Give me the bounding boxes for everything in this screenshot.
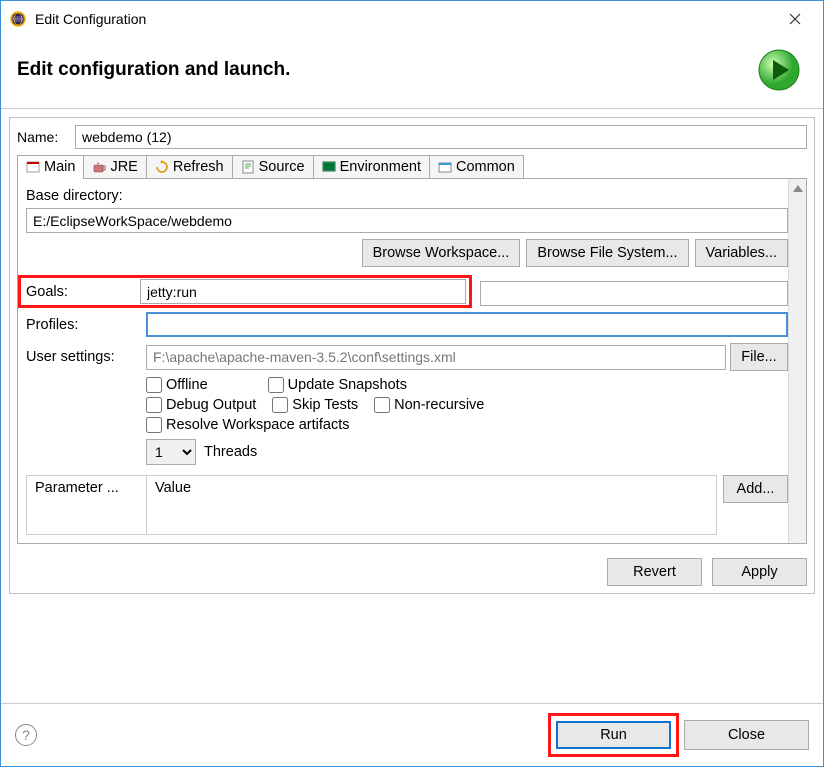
dialog-footer: ? Run Close bbox=[1, 703, 823, 766]
variables-button[interactable]: Variables... bbox=[695, 239, 788, 267]
user-settings-input[interactable] bbox=[146, 345, 726, 370]
tab-main-label: Main bbox=[44, 159, 75, 175]
revert-button[interactable]: Revert bbox=[607, 558, 702, 586]
browse-filesystem-button[interactable]: Browse File System... bbox=[526, 239, 688, 267]
profiles-input[interactable] bbox=[146, 312, 788, 337]
titlebar: Edit Configuration bbox=[1, 1, 823, 36]
tab-environment[interactable]: Environment bbox=[313, 155, 430, 178]
base-directory-label: Base directory: bbox=[26, 188, 123, 204]
common-tab-icon bbox=[438, 160, 452, 174]
profiles-label: Profiles: bbox=[26, 317, 142, 333]
dialog-heading: Edit configuration and launch. bbox=[17, 59, 755, 81]
close-button[interactable]: Close bbox=[684, 720, 809, 750]
parameter-column-header: Parameter ... bbox=[27, 476, 147, 534]
source-tab-icon bbox=[241, 160, 255, 174]
close-icon[interactable] bbox=[775, 4, 815, 34]
tab-common-label: Common bbox=[456, 159, 515, 175]
main-tab-icon bbox=[26, 160, 40, 174]
environment-tab-icon bbox=[322, 160, 336, 174]
run-button[interactable]: Run bbox=[556, 721, 671, 749]
browse-workspace-button[interactable]: Browse Workspace... bbox=[362, 239, 521, 267]
skip-tests-checkbox[interactable] bbox=[272, 397, 288, 413]
add-button[interactable]: Add... bbox=[723, 475, 788, 503]
jre-tab-icon bbox=[92, 160, 106, 174]
parameter-table[interactable]: Parameter ... Value bbox=[26, 475, 717, 535]
help-icon[interactable]: ? bbox=[15, 724, 37, 746]
scrollbar[interactable] bbox=[788, 179, 806, 543]
eclipse-icon bbox=[9, 10, 27, 28]
skip-tests-label[interactable]: Skip Tests bbox=[272, 397, 358, 413]
goals-input-ext[interactable] bbox=[480, 281, 788, 306]
apply-button[interactable]: Apply bbox=[712, 558, 807, 586]
tab-source-label: Source bbox=[259, 159, 305, 175]
non-recursive-checkbox[interactable] bbox=[374, 397, 390, 413]
tab-content: Base directory: Browse Workspace... Brow… bbox=[17, 179, 807, 544]
base-directory-input[interactable] bbox=[26, 208, 788, 233]
value-column-header: Value bbox=[147, 476, 716, 534]
window-title: Edit Configuration bbox=[35, 11, 775, 27]
name-input[interactable] bbox=[75, 125, 807, 149]
tab-jre[interactable]: JRE bbox=[83, 155, 146, 178]
non-recursive-label[interactable]: Non-recursive bbox=[374, 397, 484, 413]
threads-label: Threads bbox=[204, 444, 257, 460]
run-icon bbox=[755, 46, 803, 94]
tab-refresh-label: Refresh bbox=[173, 159, 224, 175]
tab-common[interactable]: Common bbox=[429, 155, 524, 178]
goals-input[interactable] bbox=[140, 279, 466, 304]
run-highlight: Run bbox=[551, 716, 676, 754]
refresh-tab-icon bbox=[155, 160, 169, 174]
debug-output-label[interactable]: Debug Output bbox=[146, 397, 256, 413]
threads-select[interactable]: 1 bbox=[146, 439, 196, 465]
resolve-workspace-label[interactable]: Resolve Workspace artifacts bbox=[146, 417, 349, 433]
tab-jre-label: JRE bbox=[110, 159, 137, 175]
update-snapshots-label[interactable]: Update Snapshots bbox=[268, 377, 407, 393]
tab-main[interactable]: Main bbox=[17, 155, 84, 178]
file-button[interactable]: File... bbox=[730, 343, 788, 371]
user-settings-label: User settings: bbox=[26, 349, 142, 365]
tabs: Main JRE Refresh Source Environment Comm… bbox=[17, 155, 807, 179]
tab-refresh[interactable]: Refresh bbox=[146, 155, 233, 178]
offline-checkbox-label[interactable]: Offline bbox=[146, 377, 208, 393]
offline-checkbox[interactable] bbox=[146, 377, 162, 393]
tab-environment-label: Environment bbox=[340, 159, 421, 175]
goals-label: Goals: bbox=[26, 284, 136, 300]
config-panel: Name: Main JRE Refresh Source Envi bbox=[9, 117, 815, 594]
resolve-workspace-checkbox[interactable] bbox=[146, 417, 162, 433]
dialog-header: Edit configuration and launch. bbox=[1, 36, 823, 109]
update-snapshots-checkbox[interactable] bbox=[268, 377, 284, 393]
debug-output-checkbox[interactable] bbox=[146, 397, 162, 413]
tab-source[interactable]: Source bbox=[232, 155, 314, 178]
name-label: Name: bbox=[17, 129, 67, 145]
